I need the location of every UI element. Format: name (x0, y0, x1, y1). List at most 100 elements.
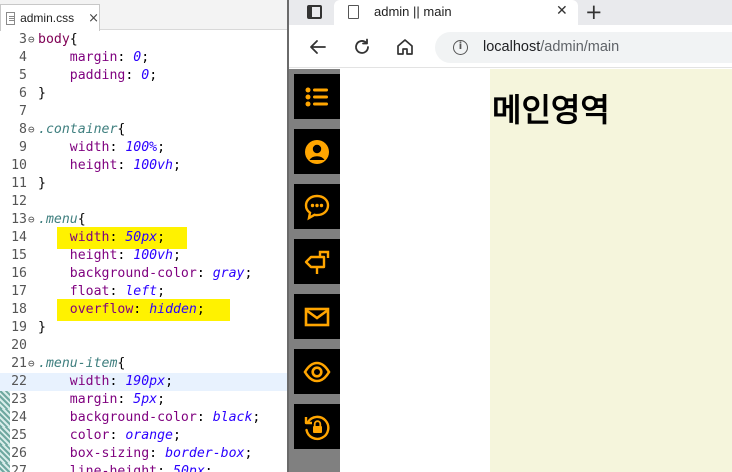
menu-item[interactable] (294, 404, 340, 449)
menu-item[interactable] (294, 129, 340, 174)
code-line[interactable]: 21 ⊖ .menu-item{ (0, 355, 289, 373)
code-line[interactable]: 14 width: 50px; (0, 229, 289, 247)
code-line[interactable]: 19} (0, 319, 289, 337)
menu-item[interactable] (294, 239, 340, 284)
code-text: } (38, 319, 46, 337)
editor-tab-admin-css[interactable]: admin.css × (0, 4, 100, 31)
browser-tab-strip: admin || main ✕ + (289, 0, 732, 26)
address-host: localhost (483, 39, 541, 55)
code-line[interactable]: 9 width: 100%; (0, 139, 289, 157)
line-number: 7 (19, 104, 27, 119)
site-info-icon[interactable]: i (453, 40, 468, 55)
close-icon[interactable]: × (88, 12, 99, 25)
eye-icon (303, 358, 331, 386)
code-token: : (109, 284, 126, 299)
browser-tab-admin-main[interactable]: admin || main ✕ (334, 0, 578, 26)
editor-tab-bar: admin.css × (0, 0, 289, 31)
fold-toggle-icon[interactable]: ⊖ (28, 121, 35, 139)
close-tab-icon[interactable]: ✕ (556, 3, 568, 19)
line-number: 15 (11, 248, 27, 263)
code-token: { (69, 32, 78, 47)
code-token: width (69, 374, 110, 389)
code-token: } (38, 320, 46, 335)
code-text: line-height: 50px; (38, 463, 213, 472)
code-token: ; (252, 410, 261, 425)
code-token: width (69, 230, 110, 245)
line-number: 14 (11, 230, 27, 245)
code-text: color: orange; (38, 427, 181, 445)
code-line[interactable]: 18 overflow: hidden; (0, 301, 289, 319)
code-line[interactable]: 22 width: 190px; (0, 373, 289, 391)
fold-toggle-icon[interactable]: ⊖ (28, 31, 35, 49)
new-tab-button[interactable]: + (585, 0, 603, 24)
code-text: height: 100vh; (38, 247, 181, 265)
line-number: 9 (19, 140, 27, 155)
tab-actions-icon[interactable] (307, 5, 322, 19)
code-line[interactable]: 5 padding: 0; (0, 67, 289, 85)
browser-tab-title: admin || main (374, 4, 452, 19)
code-token: .container (38, 122, 118, 137)
envelope-icon (303, 303, 331, 331)
code-token: height (69, 158, 118, 173)
code-token: : (109, 230, 126, 245)
code-token: ; (244, 446, 253, 461)
page-viewport: 메인영역 (289, 69, 732, 472)
browser-window: admin || main ✕ + i localhost/admin/main… (287, 0, 732, 472)
code-line[interactable]: 26 box-sizing: border-box; (0, 445, 289, 463)
code-line[interactable]: 11} (0, 175, 289, 193)
menu-item[interactable] (294, 349, 340, 394)
line-number: 23 (11, 392, 27, 407)
fold-toggle-icon[interactable]: ⊖ (28, 211, 35, 229)
code-line[interactable]: 12 (0, 193, 289, 211)
code-token: ; (173, 428, 181, 443)
list-icon (303, 83, 331, 111)
code-line[interactable]: 27 line-height: 50px; (0, 463, 289, 472)
code-line[interactable]: 7 (0, 103, 289, 121)
code-token: ; (244, 266, 253, 281)
address-path: /admin/main (540, 39, 620, 55)
code-text: box-sizing: border-box; (38, 445, 253, 463)
code-token: : (125, 68, 142, 83)
back-icon[interactable] (305, 34, 331, 60)
menu-item[interactable] (294, 294, 340, 339)
code-line[interactable]: 25 color: orange; (0, 427, 289, 445)
code-text: margin: 5px; (38, 391, 165, 409)
code-area[interactable]: 3 ⊖ body{4 margin: 0; 5 padding: 0; 6} 7 8 ⊖ .co… (0, 31, 289, 472)
code-text: margin: 0; (38, 49, 149, 67)
code-text: width: 190px; (38, 373, 173, 391)
refresh-icon[interactable] (349, 34, 375, 60)
line-number: 11 (11, 176, 27, 191)
code-line[interactable]: 24 background-color: black; (0, 409, 289, 427)
code-line[interactable]: 4 margin: 0; (0, 49, 289, 67)
code-line[interactable]: 15 height: 100vh; (0, 247, 289, 265)
line-number: 18 (11, 302, 27, 317)
home-icon[interactable] (392, 34, 418, 60)
code-token: line-height (69, 464, 158, 472)
code-token: 50px (125, 230, 158, 245)
menu-item[interactable] (294, 74, 340, 119)
line-number: 19 (11, 320, 27, 335)
code-line[interactable]: 23 margin: 5px; (0, 391, 289, 409)
code-line[interactable]: 16 background-color: gray; (0, 265, 289, 283)
code-token: 0 (141, 68, 150, 83)
code-text: overflow: hidden; (38, 301, 205, 319)
fold-toggle-icon[interactable]: ⊖ (28, 355, 35, 373)
code-token: hidden (149, 302, 197, 317)
line-number: 26 (11, 446, 27, 461)
code-line[interactable]: 10 height: 100vh; (0, 157, 289, 175)
code-line[interactable]: 3 ⊖ body{ (0, 31, 289, 49)
code-token: ; (141, 50, 150, 65)
code-token: 190px (125, 374, 166, 389)
address-bar[interactable]: i localhost/admin/main (435, 32, 732, 63)
code-line[interactable]: 20 (0, 337, 289, 355)
menu-item[interactable] (294, 184, 340, 229)
code-text: .menu-item{ (38, 355, 125, 373)
lock-rotate-icon (303, 413, 331, 441)
line-number: 3 (19, 32, 27, 47)
code-token: ; (196, 302, 205, 317)
code-token: background-color (69, 410, 197, 425)
code-line[interactable]: 6} (0, 85, 289, 103)
code-text: } (38, 175, 46, 193)
code-line[interactable]: 8 ⊖ .container{ (0, 121, 289, 139)
